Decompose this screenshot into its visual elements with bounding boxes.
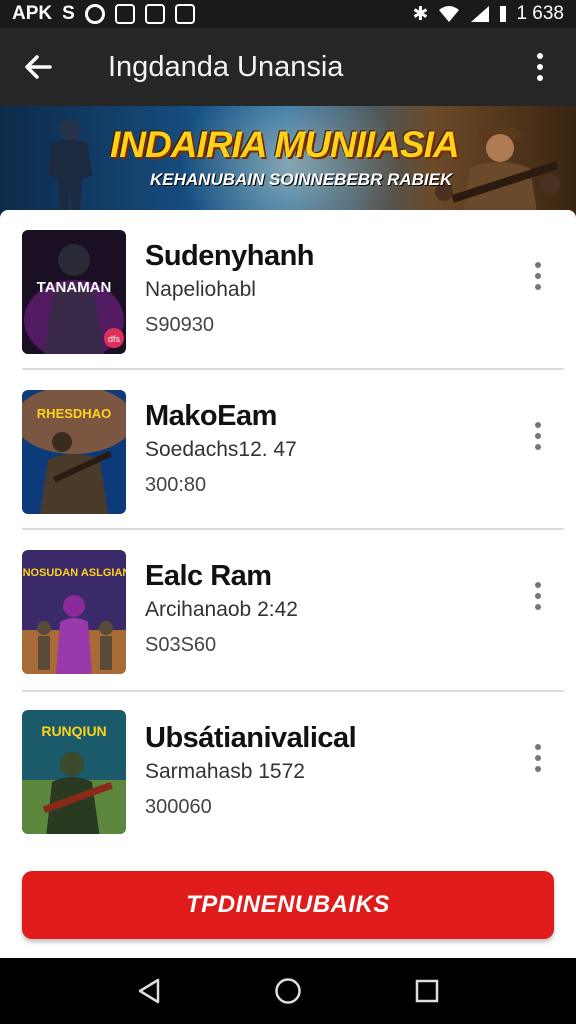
square-recents-icon [415, 979, 438, 1003]
battery-icon [500, 6, 507, 22]
notification-icon [114, 4, 135, 24]
item-price: S03S60 [145, 634, 217, 656]
item-price: S90930 [145, 314, 214, 336]
notification-icon-3 [174, 4, 195, 24]
more-vert-icon [537, 53, 543, 59]
game-thumbnail[interactable]: TANAMAN dfs [22, 230, 126, 354]
sync-icon [84, 4, 105, 24]
game-thumbnail[interactable]: RNOSUDAN ASLGIANI [22, 550, 126, 674]
item-subtitle: Napeliohabl [145, 278, 256, 301]
triangle-back-icon [139, 978, 160, 1004]
item-subtitle: Sarmahasb 1572 [145, 760, 305, 783]
more-vert-icon [535, 262, 541, 268]
more-vert-icon [535, 744, 541, 750]
thumb-title: TANAMAN [37, 279, 112, 296]
game-thumbnail[interactable]: RUNQIUN [22, 710, 126, 834]
wifi-icon [439, 6, 460, 22]
item-title: Sudenyhanh [145, 240, 315, 272]
signal-icon [471, 6, 490, 22]
thumb-title: RHESDHAO [37, 406, 111, 421]
hero-figure-image [48, 119, 92, 214]
item-subtitle: Arcihanaob 2:42 [145, 598, 298, 621]
list-item[interactable]: RUNQIUN Ubsátianivalical Sarmahasb 1572 … [0, 692, 576, 858]
promo-banner[interactable]: INDAIRIA MUNIIASIA KEHANUBAIN SOINNEBEBR… [0, 106, 576, 218]
nav-recents-button[interactable] [407, 971, 447, 1011]
bluetooth-icon: ✱ [412, 3, 429, 25]
list-item[interactable]: TANAMAN dfs Sudenyhanh Napeliohabl S9093… [0, 210, 576, 370]
status-bar: APK S ✱ 1 638 [0, 0, 576, 28]
more-vert-icon [535, 422, 541, 428]
page-title: Ingdanda Unansia [108, 50, 344, 83]
more-vert-icon [535, 582, 541, 588]
app-bar: Ingdanda Unansia [0, 28, 576, 106]
notification-icon-2 [144, 4, 165, 24]
circle-home-icon [275, 978, 301, 1004]
thumb-title: RNOSUDAN ASLGIANI [22, 567, 126, 579]
overflow-menu-button[interactable] [518, 37, 562, 97]
item-title: MakoEam [145, 400, 277, 432]
nav-home-button[interactable] [268, 971, 308, 1011]
item-overflow-button[interactable] [526, 254, 550, 298]
carrier-label: APK [12, 3, 53, 24]
arrow-left-icon [25, 55, 52, 79]
item-title: Ubsátianivalical [145, 722, 357, 754]
notification-s-label: S [62, 3, 75, 24]
nav-back-button[interactable] [129, 971, 169, 1011]
game-list: TANAMAN dfs Sudenyhanh Napeliohabl S9093… [0, 210, 576, 958]
primary-action-button[interactable]: TPDINENUBAIKS [22, 871, 554, 939]
item-overflow-button[interactable] [526, 574, 550, 618]
banner-title: INDAIRIA MUNIIASIA [110, 124, 460, 165]
thumb-badge: dfs [108, 334, 121, 344]
list-item[interactable]: RHESDHAO MakoEam Soedachs12. 47 300:80 [0, 370, 576, 530]
banner-subtitle: KEHANUBAIN SOINNEBEBR RABIEK [150, 170, 453, 189]
item-price: 300060 [145, 796, 212, 818]
thumb-title: RUNQIUN [41, 723, 106, 739]
clock: 1 638 [516, 3, 564, 24]
item-price: 300:80 [145, 474, 207, 496]
game-thumbnail[interactable]: RHESDHAO [22, 390, 126, 514]
item-overflow-button[interactable] [526, 414, 550, 458]
system-nav-bar [0, 958, 576, 1024]
item-subtitle: Soedachs12. 47 [145, 438, 297, 461]
item-title: Ealc Ram [145, 560, 272, 592]
list-item[interactable]: RNOSUDAN ASLGIANI Ealc Ram Arcihanaob 2:… [0, 530, 576, 692]
item-overflow-button[interactable] [526, 736, 550, 780]
back-button[interactable] [8, 37, 68, 97]
